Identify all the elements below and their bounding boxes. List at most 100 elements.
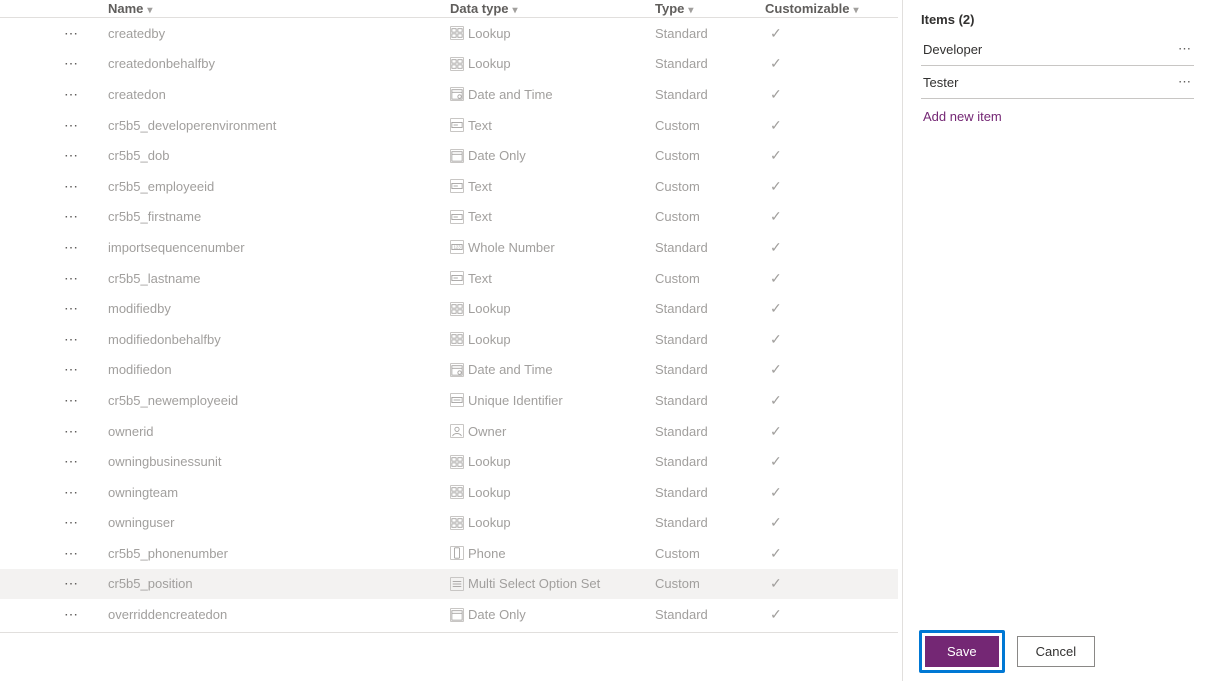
more-icon[interactable]: ⋯ — [64, 55, 79, 72]
lookup-icon — [450, 516, 464, 530]
svg-text:123: 123 — [454, 245, 462, 250]
check-icon: ✓ — [770, 25, 782, 42]
check-icon: ✓ — [770, 117, 782, 134]
field-datatype: Multi Select Option Set — [450, 576, 600, 591]
table-row[interactable]: ⋯createdonbehalfbyLookupStandard✓ — [0, 49, 898, 80]
more-icon[interactable]: ⋯ — [64, 270, 79, 287]
header-type[interactable]: Type▾ — [655, 1, 693, 16]
field-name: cr5b5_lastname — [108, 271, 201, 286]
field-name: overriddencreatedon — [108, 607, 227, 622]
check-icon: ✓ — [770, 423, 782, 440]
check-icon: ✓ — [770, 55, 782, 72]
field-name: cr5b5_firstname — [108, 209, 201, 224]
lookup-icon — [450, 302, 464, 316]
table-row[interactable]: ⋯cr5b5_dobDate OnlyCustom✓ — [0, 140, 898, 171]
check-icon: ✓ — [770, 392, 782, 409]
more-icon[interactable]: ⋯ — [64, 331, 79, 348]
field-datatype: Phone — [450, 546, 506, 561]
check-icon: ✓ — [770, 453, 782, 470]
more-icon[interactable]: ⋯ — [64, 86, 79, 103]
table-row[interactable]: ⋯modifiedbyLookupStandard✓ — [0, 293, 898, 324]
table-row[interactable]: ⋯cr5b5_phonenumberPhoneCustom✓ — [0, 538, 898, 569]
field-type: Standard — [655, 301, 708, 316]
text-icon — [450, 118, 464, 132]
fields-table: Name▾ Data type▾ Type▾ Customizable▾ ⋯cr… — [0, 0, 898, 681]
table-row[interactable]: ⋯modifiedonDate and TimeStandard✓ — [0, 355, 898, 386]
more-icon[interactable]: ⋯ — [1178, 41, 1192, 57]
field-type: Standard — [655, 56, 708, 71]
datetime-icon — [450, 87, 464, 101]
save-button[interactable]: Save — [925, 636, 999, 667]
check-icon: ✓ — [770, 514, 782, 531]
more-icon[interactable]: ⋯ — [64, 606, 79, 623]
table-row[interactable]: ⋯createdbyLookupStandard✓ — [0, 18, 898, 49]
field-type: Standard — [655, 393, 708, 408]
field-datatype: Lookup — [450, 56, 511, 71]
check-icon: ✓ — [770, 208, 782, 225]
table-row[interactable]: ⋯owninguserLookupStandard✓ — [0, 508, 898, 539]
field-type: Custom — [655, 209, 700, 224]
more-icon[interactable]: ⋯ — [64, 117, 79, 134]
items-header: Items (2) — [921, 8, 1194, 33]
field-name: cr5b5_newemployeeid — [108, 393, 238, 408]
table-row[interactable]: ⋯owningteamLookupStandard✓ — [0, 477, 898, 508]
more-icon[interactable]: ⋯ — [64, 484, 79, 501]
more-icon[interactable]: ⋯ — [64, 300, 79, 317]
table-row[interactable]: ⋯modifiedonbehalfbyLookupStandard✓ — [0, 324, 898, 355]
table-row[interactable]: ⋯createdonDate and TimeStandard✓ — [0, 79, 898, 110]
table-row[interactable]: ⋯cr5b5_firstnameTextCustom✓ — [0, 202, 898, 233]
option-item[interactable]: Tester⋯ — [921, 66, 1194, 99]
lookup-icon — [450, 455, 464, 469]
table-row[interactable]: ⋯cr5b5_positionMulti Select Option SetCu… — [0, 569, 898, 600]
check-icon: ✓ — [770, 545, 782, 562]
more-icon[interactable]: ⋯ — [64, 453, 79, 470]
table-row[interactable]: ⋯importsequencenumber123Whole NumberStan… — [0, 232, 898, 263]
date-icon — [450, 149, 464, 163]
header-customizable[interactable]: Customizable▾ — [765, 1, 859, 16]
table-row[interactable]: ⋯overriddencreatedonDate OnlyStandard✓ — [0, 599, 898, 630]
more-icon[interactable]: ⋯ — [64, 514, 79, 531]
cancel-button[interactable]: Cancel — [1017, 636, 1095, 667]
table-row[interactable]: ⋯ cr5b5_lastname Text Custom ✓ — [0, 263, 898, 294]
more-icon[interactable]: ⋯ — [64, 239, 79, 256]
table-row[interactable]: ⋯owningbusinessunitLookupStandard✓ — [0, 446, 898, 477]
field-type: Custom — [655, 271, 700, 286]
more-icon[interactable]: ⋯ — [64, 147, 79, 164]
more-icon[interactable]: ⋯ — [64, 208, 79, 225]
field-datatype: Text — [450, 271, 492, 286]
option-item[interactable]: Developer ⋯ — [921, 33, 1194, 66]
check-icon: ✓ — [770, 147, 782, 164]
field-type: Standard — [655, 515, 708, 530]
more-icon[interactable]: ⋯ — [64, 423, 79, 440]
table-row[interactable]: ⋯owneridOwnerStandard✓ — [0, 416, 898, 447]
check-icon: ✓ — [770, 270, 782, 287]
sort-icon: ▾ — [688, 5, 693, 16]
field-datatype: Date Only — [450, 148, 526, 163]
more-icon[interactable]: ⋯ — [64, 545, 79, 562]
table-row[interactable]: ⋯cr5b5_newemployeeidUnique IdentifierSta… — [0, 385, 898, 416]
number-icon: 123 — [450, 240, 464, 254]
table-row[interactable]: ⋯cr5b5_developerenvironmentTextCustom✓ — [0, 110, 898, 141]
add-new-item-link[interactable]: Add new item — [921, 99, 1194, 134]
more-icon[interactable]: ⋯ — [64, 575, 79, 592]
field-type: Custom — [655, 546, 700, 561]
table-row[interactable]: ⋯cr5b5_employeeidTextCustom✓ — [0, 171, 898, 202]
lookup-icon — [450, 332, 464, 346]
field-name: createdon — [108, 87, 166, 102]
field-datatype: Date Only — [450, 607, 526, 622]
more-icon[interactable]: ⋯ — [64, 361, 79, 378]
more-icon[interactable]: ⋯ — [64, 178, 79, 195]
lookup-icon — [450, 26, 464, 40]
field-datatype: Lookup — [450, 515, 511, 530]
field-datatype: Owner — [450, 424, 506, 439]
more-icon[interactable]: ⋯ — [64, 25, 79, 42]
field-datatype: Date and Time — [450, 87, 553, 102]
header-datatype[interactable]: Data type▾ — [450, 1, 518, 16]
header-name[interactable]: Name▾ — [108, 1, 152, 16]
more-icon[interactable]: ⋯ — [64, 392, 79, 409]
field-name: cr5b5_position — [108, 576, 193, 591]
option-item-label: Developer — [923, 42, 982, 57]
more-icon[interactable]: ⋯ — [1178, 74, 1192, 90]
field-datatype: 123Whole Number — [450, 240, 555, 255]
field-datatype: Date and Time — [450, 362, 553, 377]
